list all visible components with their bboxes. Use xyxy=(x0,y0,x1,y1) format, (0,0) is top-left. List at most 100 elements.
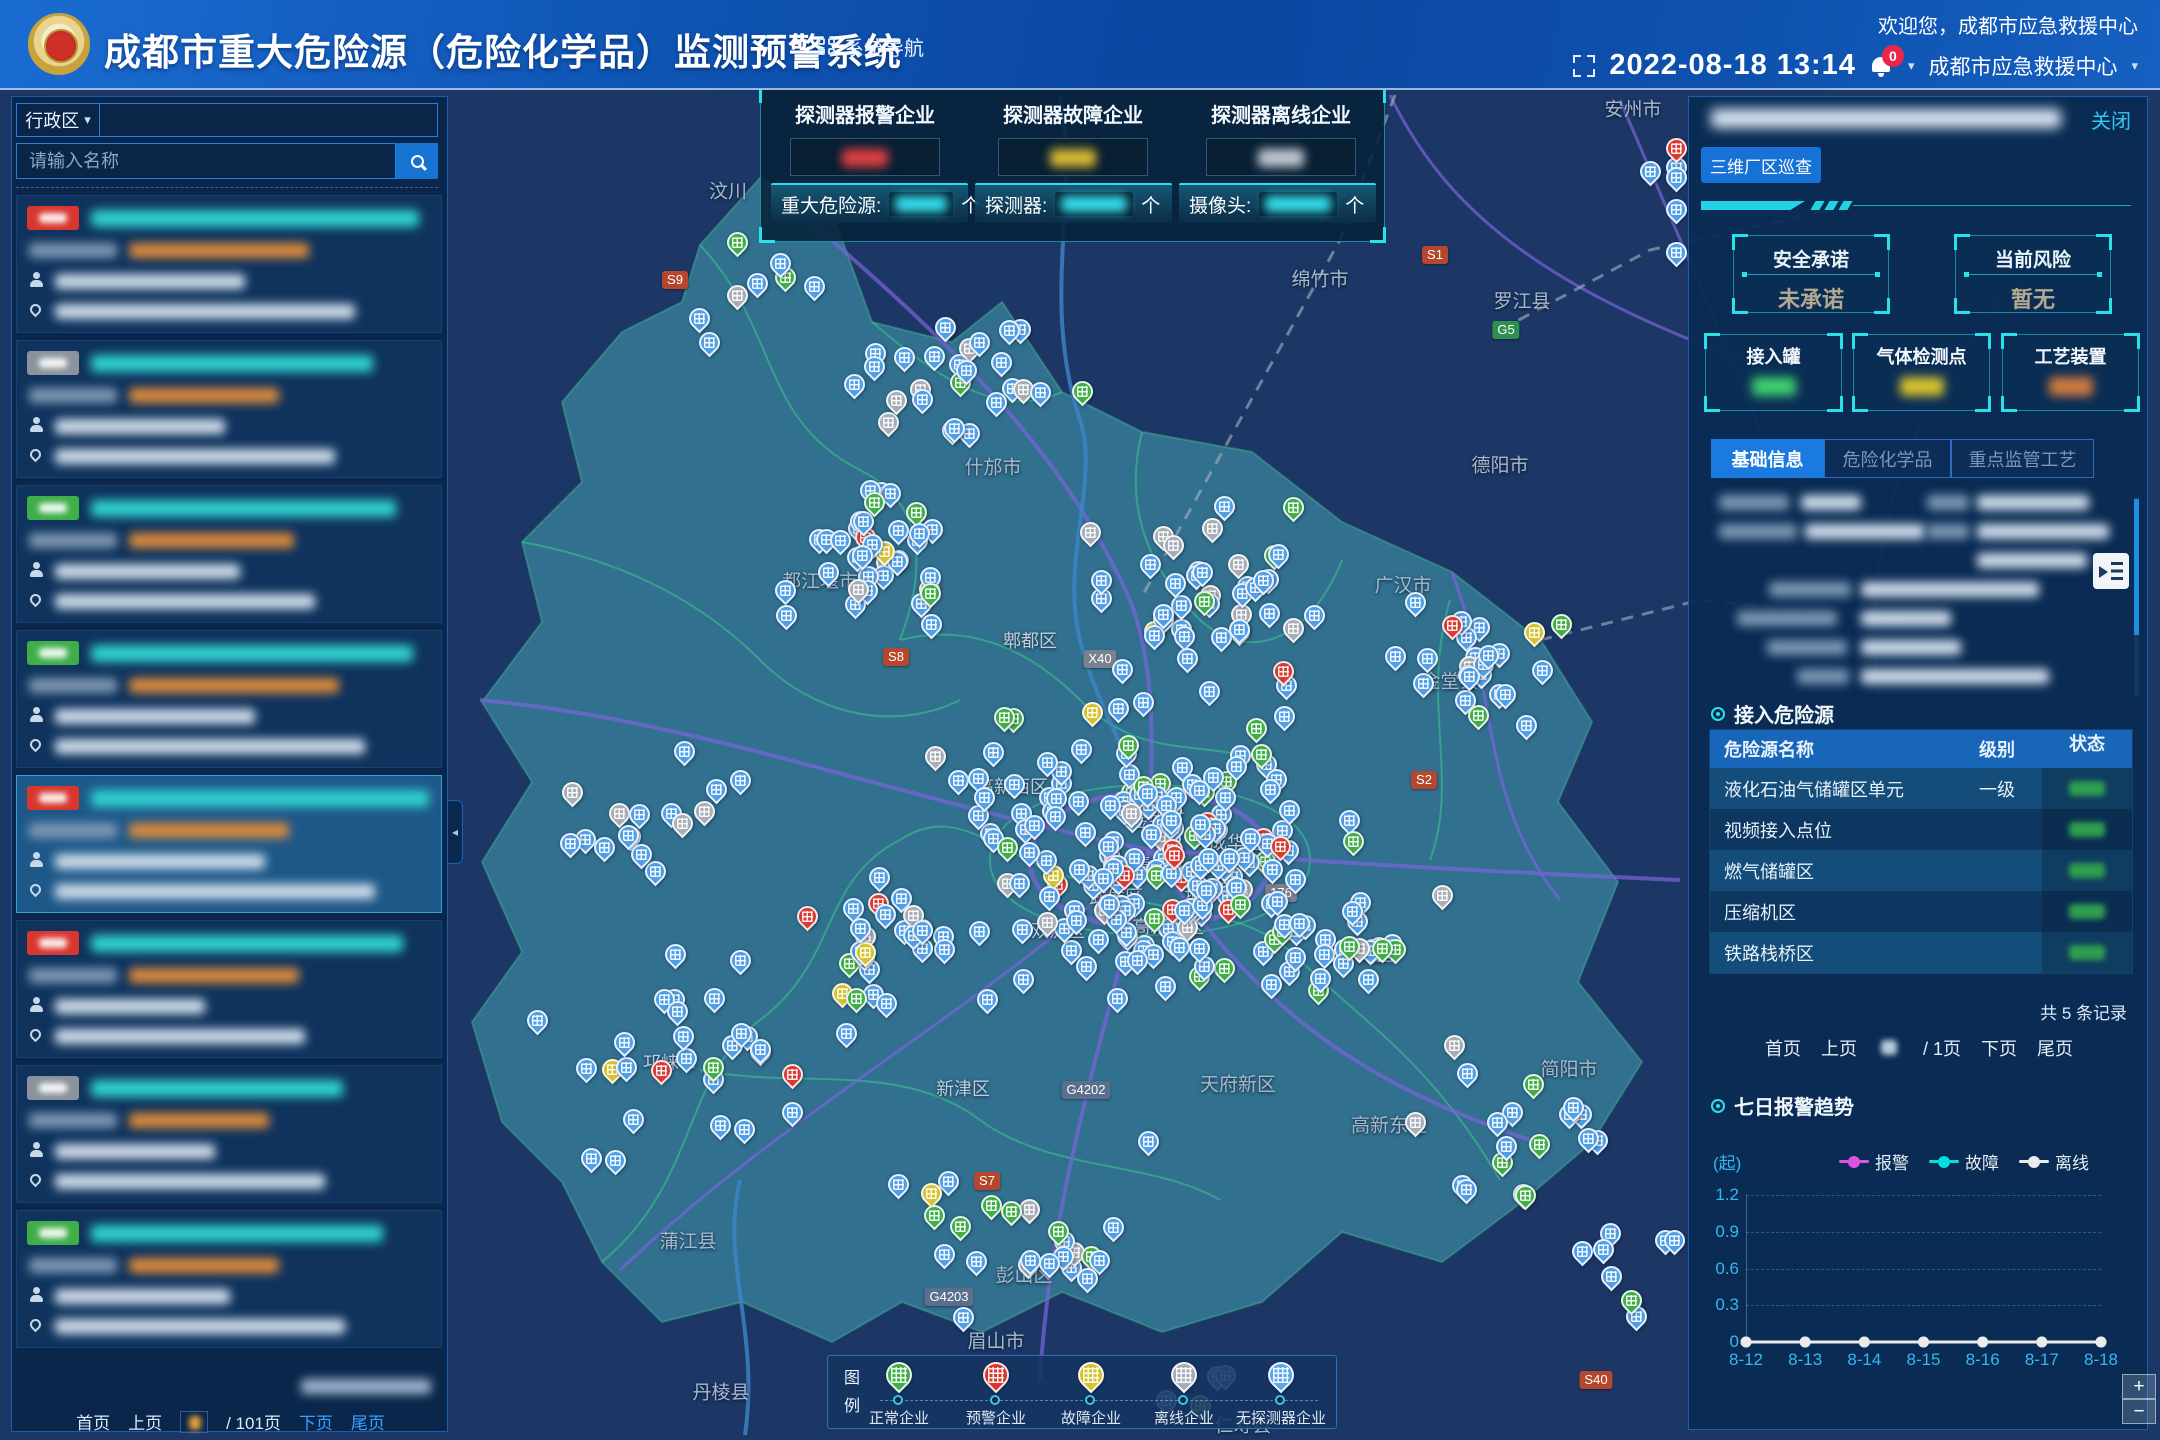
hazard-type-redacted xyxy=(129,678,339,693)
person-icon xyxy=(29,1142,44,1157)
close-button[interactable]: 关闭 xyxy=(2091,105,2131,134)
hazard-type-redacted xyxy=(129,968,299,983)
map-city-label: 广汉市 xyxy=(1374,571,1431,598)
stat-box-1: 接入罐 xyxy=(1705,334,1842,411)
x-axis-tick: 8-13 xyxy=(1775,1350,1835,1370)
table-row[interactable]: 视频接入点位 xyxy=(1710,809,2132,850)
status-redacted xyxy=(2069,945,2105,960)
page-number-input[interactable] xyxy=(1877,1038,1903,1058)
address-redacted xyxy=(55,304,355,319)
first-page-button[interactable]: 首页 xyxy=(1765,1035,1801,1061)
map-city-label: 德阳市 xyxy=(1471,451,1528,478)
contact-redacted xyxy=(55,564,240,579)
contact-redacted xyxy=(55,999,205,1014)
map-city-label: 绵竹市 xyxy=(1291,265,1348,292)
company-card[interactable] xyxy=(16,340,442,478)
radio-bullet-icon xyxy=(1711,707,1725,721)
y-axis-unit-label: (起) xyxy=(1713,1149,1741,1174)
company-card[interactable] xyxy=(16,1210,442,1348)
hazard-type-redacted xyxy=(129,533,294,548)
map-city-label: 简阳市 xyxy=(1540,1055,1597,1082)
map-district-label: 郫都区 xyxy=(1003,627,1057,653)
status-redacted xyxy=(2069,904,2105,919)
prev-page-button[interactable]: 上页 xyxy=(128,1409,162,1434)
map-city-label: 眉山市 xyxy=(967,1327,1024,1354)
tab-1[interactable]: 基础信息 xyxy=(1711,439,1824,478)
status-badge xyxy=(27,931,79,955)
table-row[interactable]: 铁路栈桥区 xyxy=(1710,932,2132,973)
tab-3[interactable]: 重点监管工艺 xyxy=(1951,439,2094,478)
company-title-redacted xyxy=(1711,109,2061,128)
user-menu[interactable]: 成都市应急救援中心 xyxy=(1928,51,2117,81)
company-card[interactable] xyxy=(16,485,442,623)
legend-node-icon xyxy=(1275,1395,1285,1405)
company-card[interactable] xyxy=(16,775,442,913)
status-redacted xyxy=(2069,863,2105,878)
table-row[interactable]: 燃气储罐区 xyxy=(1710,850,2132,891)
next-page-button[interactable]: 下页 xyxy=(1981,1035,2017,1061)
search-input[interactable] xyxy=(16,143,396,179)
company-pin-icon xyxy=(1166,1357,1203,1394)
chart-legend-item[interactable]: 离线 xyxy=(2019,1149,2089,1174)
contact-redacted xyxy=(55,1144,215,1159)
chart-legend-item[interactable]: 报警 xyxy=(1839,1149,1909,1174)
location-pin-icon xyxy=(28,882,44,898)
road-number-badge: G5 xyxy=(1492,321,1519,339)
chevron-down-icon[interactable]: ▾ xyxy=(1908,58,1915,74)
company-name-redacted xyxy=(91,355,373,372)
first-page-button[interactable]: 首页 xyxy=(76,1409,110,1434)
location-pin-icon xyxy=(28,447,44,463)
address-redacted xyxy=(55,449,335,464)
zoom-out-button[interactable]: − xyxy=(2122,1399,2156,1424)
record-count-redacted xyxy=(301,1379,431,1394)
hazard-type-redacted xyxy=(129,388,279,403)
radio-bullet-icon xyxy=(1711,1099,1725,1113)
alarm-companies-title: 探测器报警企业 xyxy=(761,99,969,128)
road-number-badge: G4202 xyxy=(1061,1081,1110,1099)
chevron-down-icon[interactable]: ▾ xyxy=(2131,58,2138,74)
system-nav-label: 系统导航 xyxy=(844,32,924,61)
expand-icon[interactable] xyxy=(2093,553,2129,589)
table-row[interactable]: 液化石油气储罐区单元一级 xyxy=(1710,768,2132,809)
address-redacted xyxy=(55,1174,325,1189)
location-pin-icon xyxy=(28,592,44,608)
company-card[interactable] xyxy=(16,1065,442,1203)
location-pin-icon xyxy=(28,1027,44,1043)
scrollbar-thumb[interactable] xyxy=(2134,499,2139,635)
system-nav-menu[interactable]: 系统导航 xyxy=(818,32,924,61)
sidebar-collapse-handle[interactable]: ◂ xyxy=(448,800,463,864)
hazard-source-total: 重大危险源: 个 xyxy=(771,183,968,223)
app-header: 成都市重大危险源（危险化学品）监测预警系统 系统导航 欢迎您，成都市应急救援中心… xyxy=(0,0,2160,90)
company-detail-panel: 关闭 三维厂区巡查 安全承诺 未承诺 当前风险 暂无 接入罐气体检测点工艺装置 … xyxy=(1688,96,2148,1430)
table-row[interactable]: 压缩机区 xyxy=(1710,891,2132,932)
notification-bell[interactable]: 0 xyxy=(1870,53,1894,79)
region-filter-dropdown[interactable]: 行政区▾ xyxy=(16,103,100,137)
status-redacted xyxy=(2069,781,2105,796)
map-zoom-control: + − xyxy=(2122,1374,2156,1424)
last-page-button[interactable]: 尾页 xyxy=(2037,1035,2073,1061)
camera-total: 摄像头: 个 xyxy=(1179,183,1376,223)
company-pin-icon xyxy=(978,1357,1015,1394)
company-card[interactable] xyxy=(16,920,442,1058)
company-card[interactable] xyxy=(16,630,442,768)
zoom-in-button[interactable]: + xyxy=(2122,1374,2156,1399)
address-redacted xyxy=(55,739,365,754)
legend-item-label: 预警企业 xyxy=(951,1407,1041,1428)
last-page-button[interactable]: 尾页 xyxy=(351,1409,385,1434)
app-logo-icon xyxy=(28,13,90,75)
fullscreen-icon[interactable] xyxy=(1573,55,1595,77)
page-number-input[interactable] xyxy=(180,1411,208,1433)
company-name-redacted xyxy=(91,1225,383,1242)
company-card[interactable] xyxy=(16,195,442,333)
next-page-button[interactable]: 下页 xyxy=(299,1409,333,1434)
search-button[interactable] xyxy=(396,143,438,179)
region-value-input[interactable] xyxy=(99,103,438,137)
chart-legend-item[interactable]: 故障 xyxy=(1929,1149,1999,1174)
tab-2[interactable]: 危险化学品 xyxy=(1824,439,1951,478)
stat-box-3: 工艺装置 xyxy=(2002,334,2139,411)
plant-3d-patrol-button[interactable]: 三维厂区巡查 xyxy=(1701,147,1821,183)
person-icon xyxy=(29,852,44,867)
x-axis-tick: 8-14 xyxy=(1834,1350,1894,1370)
y-axis-tick: 0.6 xyxy=(1709,1259,1739,1279)
prev-page-button[interactable]: 上页 xyxy=(1821,1035,1857,1061)
